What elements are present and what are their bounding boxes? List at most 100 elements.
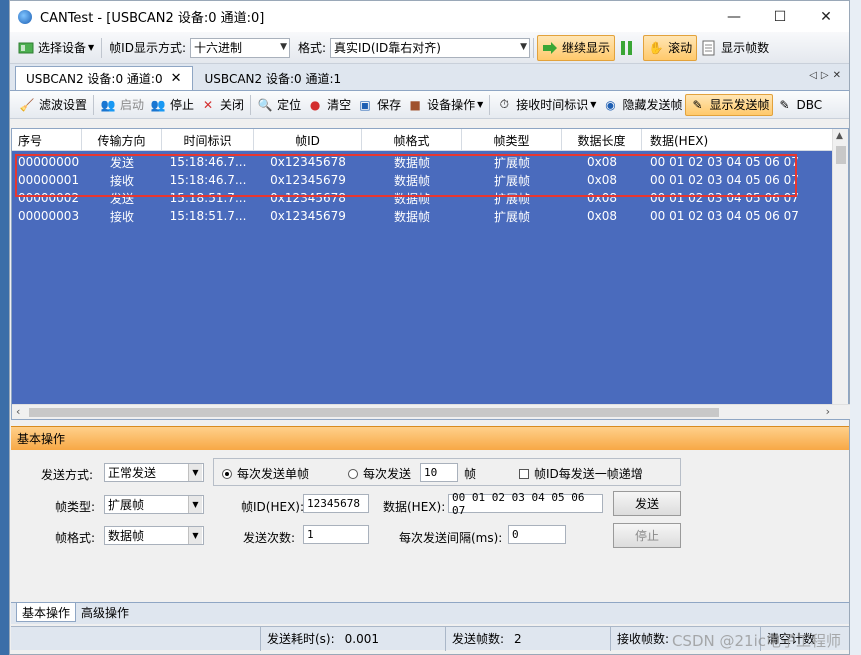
- multi-count-input[interactable]: 10: [420, 463, 458, 482]
- start-label: 启动: [120, 98, 145, 112]
- column-header[interactable]: 传输方向: [82, 129, 162, 151]
- tab-advanced-ops[interactable]: 高级操作: [76, 603, 134, 622]
- tab-basic-ops[interactable]: 基本操作: [16, 603, 77, 622]
- table-row[interactable]: 00000002 发送 15:18:51.7... 0x12345678 数据帧 扩展帧 0…: [12, 189, 834, 207]
- column-header[interactable]: 帧ID: [254, 129, 362, 151]
- scroll-button[interactable]: ✋ 滚动: [643, 34, 698, 61]
- table-row[interactable]: 00000000 发送 15:18:46.7... 0x12345678 数据帧 扩展帧 0…: [12, 153, 834, 171]
- table-cell: 0x08: [586, 209, 617, 223]
- vertical-scrollbar[interactable]: ▲: [832, 129, 848, 404]
- show-frame-count-button[interactable]: 显示帧数: [697, 35, 773, 61]
- tab-channel-1[interactable]: USBCAN2 设备:0 通道:1: [195, 66, 352, 90]
- table-cell: 0x08: [586, 191, 617, 205]
- toolbar-separator: [101, 37, 103, 58]
- horizontal-scroll-thumb[interactable]: [29, 408, 719, 417]
- column-header[interactable]: 序号: [12, 129, 82, 151]
- radio-multi-frame[interactable]: 每次发送: [348, 465, 411, 482]
- data-hex-input[interactable]: 00 01 02 03 04 05 06 07: [448, 491, 603, 517]
- close-device-button[interactable]: ✕ 关闭: [197, 94, 247, 116]
- scroll-right-icon[interactable]: ›: [826, 405, 830, 418]
- stop-button[interactable]: 👥 停止: [147, 94, 197, 116]
- id-increment-checkbox[interactable]: 帧ID每发送一帧递增: [519, 465, 643, 482]
- id-increment-label: 帧ID每发送一帧递增: [534, 467, 643, 481]
- dbc-button[interactable]: ✎ DBC: [773, 94, 825, 116]
- device-ops-button[interactable]: ■ 设备操作 ▼: [404, 94, 486, 116]
- pause-button[interactable]: [615, 35, 643, 61]
- recv-time-button[interactable]: ⏱ 接收时间标识 ▼: [493, 94, 599, 116]
- table-cell: 00000001: [18, 173, 80, 187]
- toolbar-separator: [489, 94, 491, 115]
- table-row[interactable]: 00000001 接收 15:18:46.7... 0x12345679 数据帧 扩展帧 0…: [12, 171, 834, 189]
- frame-type-select[interactable]: 扩展帧 ▼: [104, 495, 204, 514]
- main-toolbar: 选择设备 ▼ 帧ID显示方式: 十六进制 ▼ 格式: 真实ID(ID靠右对齐) …: [10, 32, 849, 64]
- frame-format-select[interactable]: 数据帧 ▼: [104, 526, 204, 545]
- chevron-down-icon: ▼: [477, 100, 484, 109]
- hide-send-button[interactable]: ◉ 隐藏发送帧: [599, 94, 685, 116]
- basic-operations-panel: 发送方式: 正常发送 ▼ 每次发送单帧 每次发送 10 帧 帧ID每发送一帧递增…: [11, 450, 849, 602]
- table-cell: 数据帧: [393, 155, 430, 170]
- scroll-up-icon[interactable]: ▲: [836, 131, 843, 141]
- format-select[interactable]: 真实ID(ID靠右对齐) ▼: [330, 37, 531, 58]
- show-send-button[interactable]: ✎ 显示发送帧: [685, 93, 774, 116]
- continue-display-button[interactable]: 继续显示: [537, 34, 616, 61]
- window-title: CANTest - [USBCAN2 设备:0 通道:0]: [40, 11, 265, 26]
- column-header[interactable]: 帧类型: [462, 129, 562, 151]
- send-times-label: 发送次数:: [243, 531, 296, 545]
- close-tab-icon[interactable]: ✕: [171, 71, 182, 86]
- save-button[interactable]: ▣ 保存: [354, 94, 404, 116]
- pause-icon: [619, 40, 635, 56]
- table-cell: 发送: [109, 191, 134, 206]
- frame-format-value: 数据帧: [108, 529, 145, 543]
- locate-button[interactable]: 🔍 定位: [254, 94, 304, 116]
- status-spacer: [11, 626, 261, 651]
- id-display-label: 帧ID显示方式:: [109, 41, 186, 55]
- column-header[interactable]: 帧格式: [362, 129, 462, 151]
- select-device-label: 选择设备: [38, 41, 87, 55]
- column-header[interactable]: 时间标识: [162, 129, 254, 151]
- filter-label: 滤波设置: [39, 98, 88, 112]
- interval-input[interactable]: 0: [508, 525, 566, 544]
- stop-send-button[interactable]: 停止: [613, 523, 681, 548]
- send-count-group: 每次发送单帧 每次发送 10 帧 帧ID每发送一帧递增: [213, 458, 681, 486]
- locate-icon: 🔍: [257, 97, 273, 112]
- scroll-left-icon[interactable]: ‹: [16, 405, 20, 418]
- dbc-icon: ✎: [779, 97, 790, 112]
- table-cell: 00000000: [18, 155, 80, 169]
- clear-button[interactable]: ● 清空: [304, 94, 354, 116]
- toolbar-separator: [250, 94, 252, 115]
- close-x-icon: ✕: [203, 97, 214, 112]
- panel-title: 基本操作: [11, 426, 849, 450]
- send-mode-select[interactable]: 正常发送 ▼: [104, 463, 204, 482]
- frame-id-input[interactable]: 12345678: [303, 494, 369, 513]
- table-cell: 0x12345678: [270, 191, 346, 205]
- save-label: 保存: [377, 98, 402, 112]
- column-header[interactable]: 数据(HEX): [642, 129, 832, 151]
- vertical-scroll-thumb[interactable]: [836, 146, 846, 164]
- locate-label: 定位: [277, 98, 302, 112]
- sent-label: 发送帧数:: [452, 632, 505, 646]
- table-cell: 0x12345679: [270, 209, 346, 223]
- table-row[interactable]: 00000003 接收 15:18:51.7... 0x12345679 数据帧 扩展帧 0…: [12, 207, 834, 225]
- chevron-down-icon: ▼: [280, 41, 287, 52]
- minimize-button[interactable]: —: [711, 1, 757, 32]
- radio-single-frame[interactable]: 每次发送单帧: [222, 465, 309, 482]
- send-times-input[interactable]: 1: [303, 525, 369, 544]
- chevron-down-icon: ▼: [590, 100, 597, 109]
- chevron-down-icon: ▼: [188, 527, 202, 544]
- device-icon: [18, 40, 34, 56]
- id-display-select[interactable]: 十六进制 ▼: [190, 37, 290, 58]
- tab-nav-icons[interactable]: ◁▷✕: [809, 70, 845, 81]
- table-cell: 15:18:46.7...: [169, 155, 247, 169]
- tab-channel-0[interactable]: USBCAN2 设备:0 通道:0 ✕: [15, 66, 193, 90]
- tab-channel-0-label: USBCAN2 设备:0 通道:0: [26, 72, 163, 86]
- maximize-button[interactable]: ☐: [757, 1, 803, 32]
- select-device-button[interactable]: 选择设备 ▼: [14, 35, 98, 61]
- start-button[interactable]: 👥 启动: [97, 94, 147, 116]
- frame-type-value: 扩展帧: [108, 498, 145, 512]
- column-header[interactable]: 数据长度: [562, 129, 642, 151]
- horizontal-scrollbar[interactable]: ‹ ›: [12, 404, 850, 419]
- close-button[interactable]: ✕: [803, 1, 849, 32]
- frame-type-label: 帧类型:: [55, 500, 96, 514]
- send-button[interactable]: 发送: [613, 491, 681, 516]
- filter-settings-button[interactable]: 🧹 滤波设置: [16, 94, 90, 116]
